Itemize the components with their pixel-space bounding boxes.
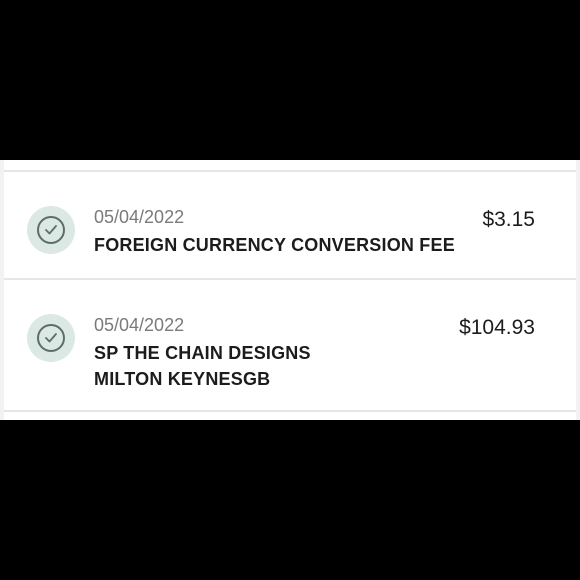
transaction-row[interactable]: 05/04/2022 SP THE CHAIN DESIGNS MILTON K… (4, 280, 576, 412)
check-circle-icon (37, 324, 65, 352)
check-circle-icon (37, 216, 65, 244)
next-row-edge (4, 412, 576, 420)
transaction-row[interactable]: 05/04/2022 FOREIGN CURRENCY CONVERSION F… (4, 172, 576, 280)
transaction-amount: $3.15 (482, 208, 535, 231)
transaction-date: 05/04/2022 (94, 315, 185, 335)
description-line: MILTON KEYNESGB (94, 369, 271, 389)
transaction-list: 05/04/2022 FOREIGN CURRENCY CONVERSION F… (4, 160, 576, 420)
transaction-description: FOREIGN CURRENCY CONVERSION FEE (94, 232, 455, 258)
description-line: SP THE CHAIN DESIGNS (94, 343, 311, 363)
transaction-description: SP THE CHAIN DESIGNS MILTON KEYNESGB (94, 340, 311, 392)
transaction-amount: $104.93 (459, 316, 535, 339)
transaction-date: 05/04/2022 (94, 207, 185, 227)
previous-row-edge (4, 160, 576, 172)
transactions-screen: 05/04/2022 FOREIGN CURRENCY CONVERSION F… (0, 160, 580, 420)
description-line: FOREIGN CURRENCY CONVERSION FEE (94, 235, 455, 255)
status-badge (27, 314, 75, 362)
status-badge (27, 206, 75, 254)
